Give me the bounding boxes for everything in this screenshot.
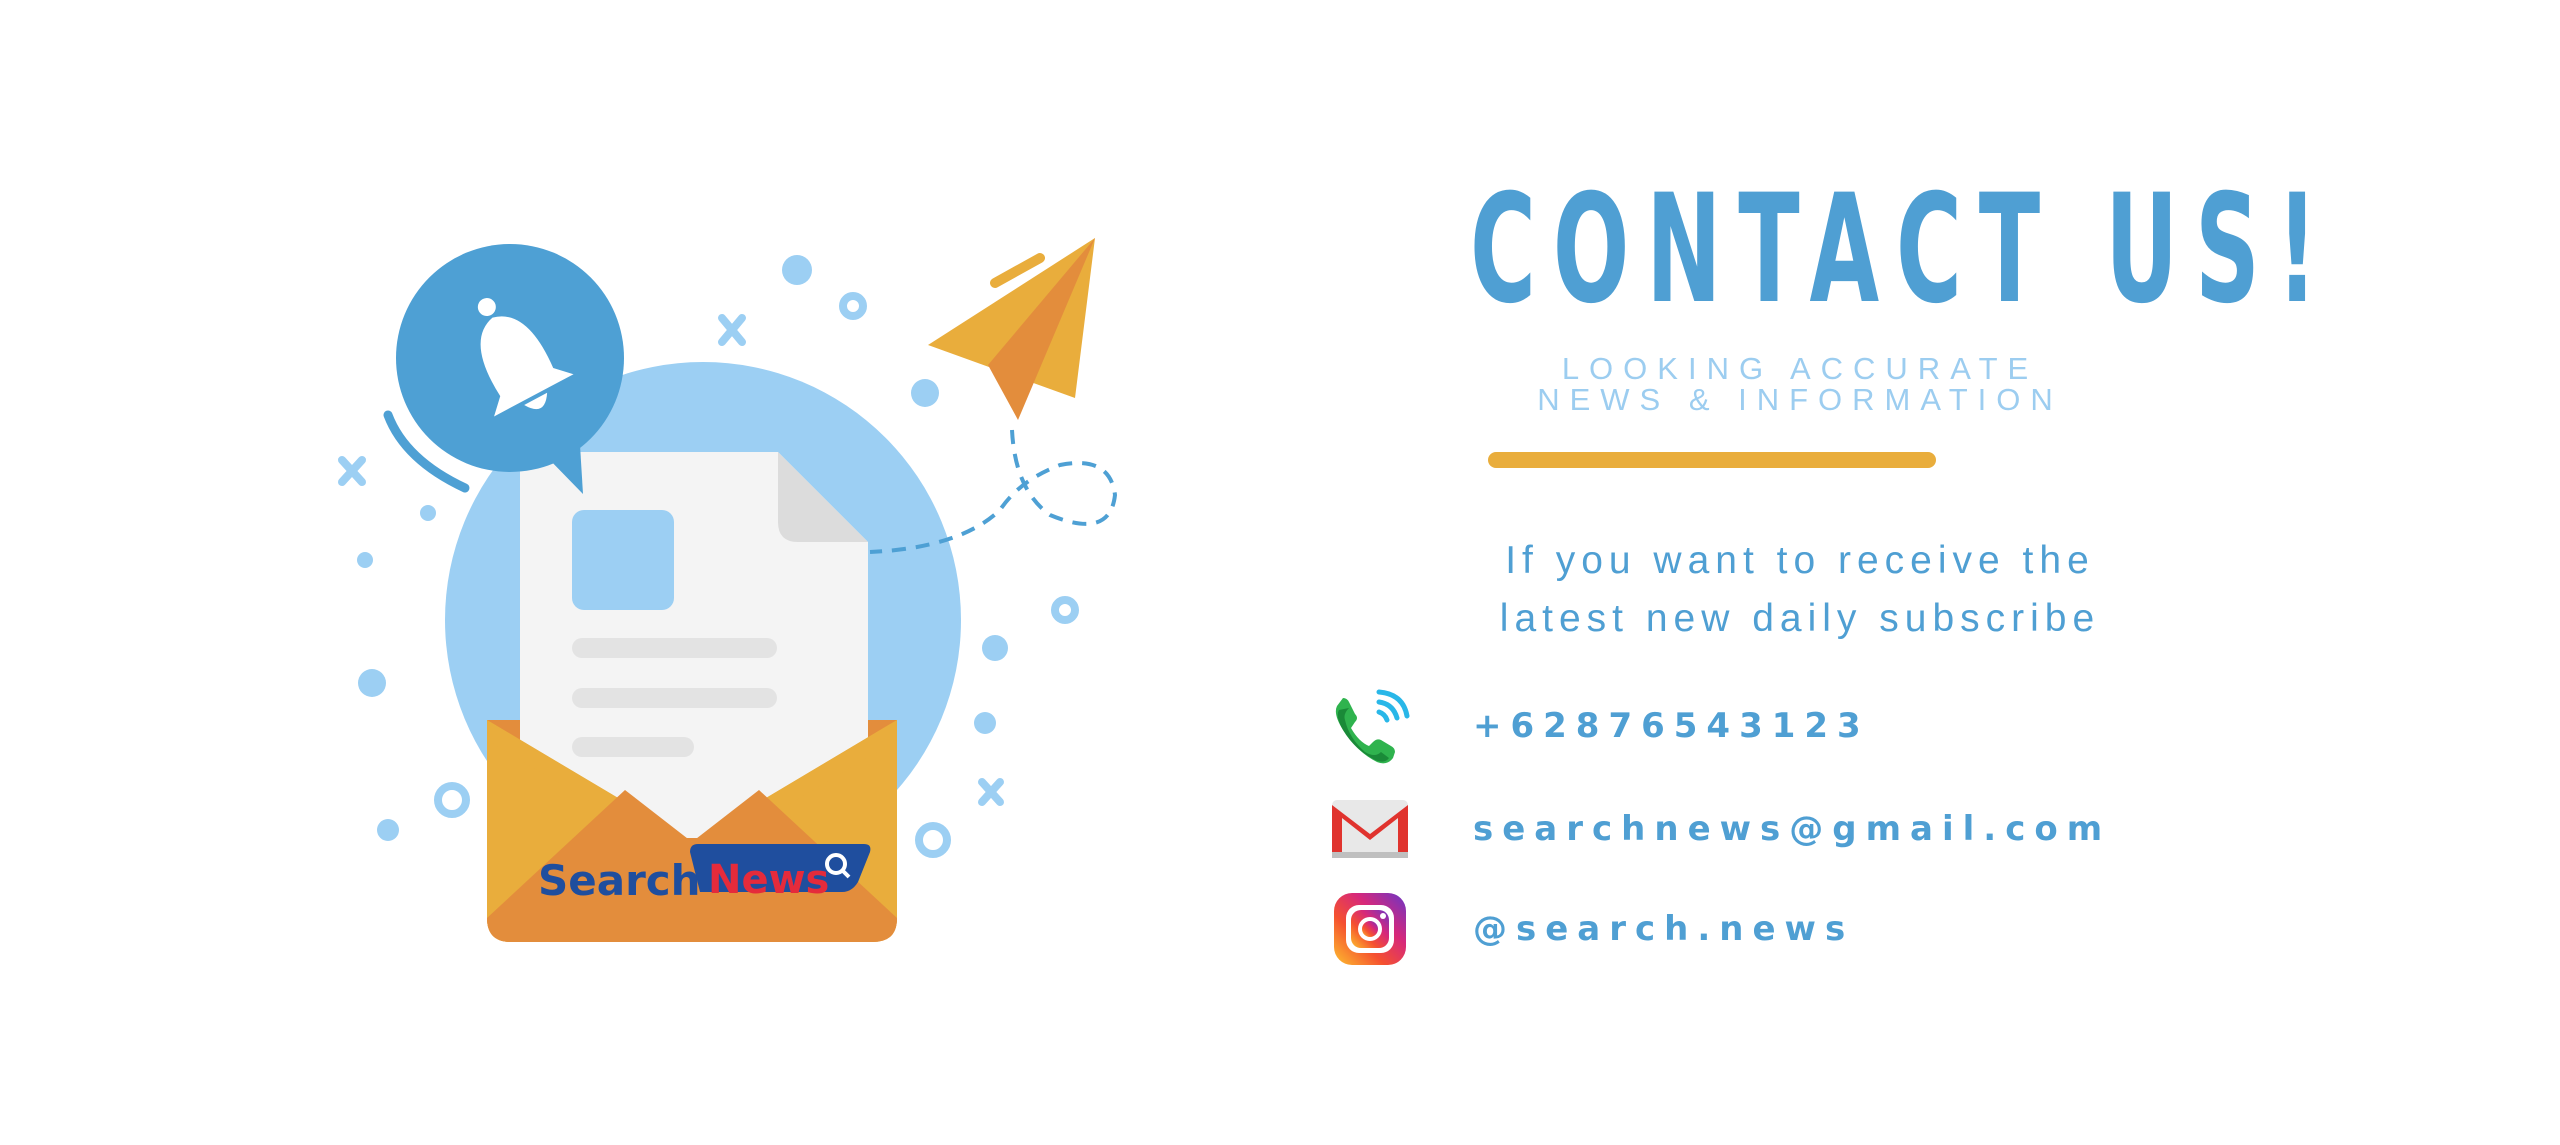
contact-phone[interactable]: +62876543123 [1325, 686, 2225, 766]
subtitle-line-1: LOOKING ACCURATE [1561, 351, 2039, 386]
page-title: CONTACT US! [1470, 163, 2335, 337]
logo-news-text: News [708, 857, 829, 903]
subtitle-line-2: NEWS & INFORMATION [1537, 382, 2063, 417]
contact-email[interactable]: searchnews@gmail.com [1325, 789, 2225, 869]
phone-number: +62876543123 [1473, 706, 1870, 746]
tagline-line-1: If you want to receive the [1505, 539, 2095, 582]
divider-bar [1488, 452, 1936, 468]
gmail-icon [1325, 789, 1415, 869]
email-address: searchnews@gmail.com [1473, 809, 2112, 849]
subtitle: LOOKING ACCURATE NEWS & INFORMATION [1230, 353, 2370, 415]
envelope-illustration: Search News [338, 238, 1118, 942]
instagram-handle: @search.news [1473, 909, 1855, 949]
tagline-line-2: latest new daily subscribe [1499, 597, 2101, 640]
contact-panel: CONTACT US! LOOKING ACCURATE NEWS & INFO… [1230, 0, 2430, 1140]
phone-signal-icon [1325, 686, 1415, 766]
newsletter-illustration: Search News [0, 0, 1160, 1140]
tagline: If you want to receive the latest new da… [1230, 532, 2370, 648]
contact-instagram[interactable]: @search.news [1325, 889, 2225, 969]
instagram-icon [1325, 889, 1415, 969]
logo-search-text: Search [538, 856, 701, 905]
